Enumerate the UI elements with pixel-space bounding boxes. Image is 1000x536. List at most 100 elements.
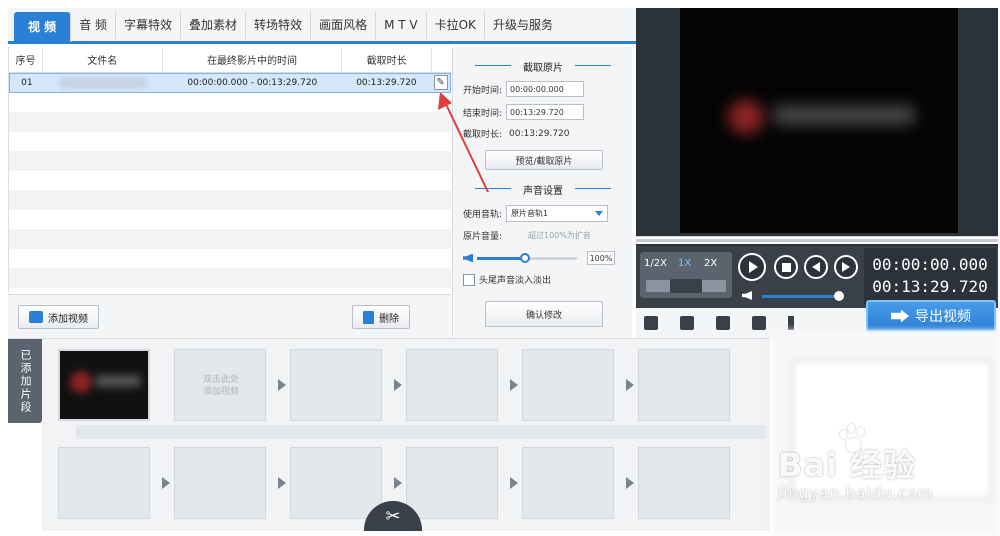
add-video-label: 添加视频	[48, 313, 88, 325]
clip-thumbnail[interactable]	[58, 349, 150, 421]
end-time-input[interactable]: 00:13:29.720	[506, 104, 585, 120]
timecode-current: 00:00:00.000	[872, 255, 988, 274]
tab-overlay-materials[interactable]: 叠加素材	[181, 10, 247, 39]
confirm-changes-button[interactable]: 确认修改	[485, 301, 603, 327]
empty-clip-slot[interactable]	[174, 447, 266, 519]
previous-frame-button[interactable]	[804, 255, 828, 279]
tab-audio[interactable]: 音 频	[71, 10, 117, 39]
preview-trim-button[interactable]: 预览/截取原片	[485, 150, 603, 170]
empty-clip-slot[interactable]	[406, 447, 498, 519]
tab-video[interactable]: 视 频	[14, 11, 72, 42]
empty-clip-slot[interactable]	[522, 447, 614, 519]
speaker-icon	[463, 253, 473, 263]
start-time-label: 开始时间:	[463, 85, 503, 96]
col-header-index[interactable]: 序号	[9, 47, 43, 72]
save-icon[interactable]	[716, 316, 730, 330]
start-time-input[interactable]: 00:00:00.000	[506, 81, 585, 97]
speed-normal[interactable]: 1X	[678, 258, 691, 269]
empty-clip-slot[interactable]	[290, 349, 382, 421]
trim-section-title: 截取原片	[453, 59, 633, 74]
row-filename-blurred	[44, 74, 163, 92]
chevron-down-icon	[595, 211, 604, 216]
table-row[interactable]: 01 00:00:00.000 - 00:13:29.720 00:13:29.…	[9, 73, 451, 93]
table-row	[9, 190, 451, 210]
speed-double[interactable]: 2X	[704, 258, 717, 269]
volume-slider-row: 100%	[463, 251, 615, 265]
pencil-icon[interactable]: ✎	[433, 75, 448, 91]
tab-mtv[interactable]: M T V	[376, 10, 427, 39]
hint-line-1: 双击此处	[202, 375, 239, 385]
new-project-icon[interactable]	[644, 316, 658, 330]
play-button[interactable]	[738, 253, 766, 281]
end-time-row: 结束时间: 00:13:29.720	[463, 104, 585, 120]
file-actions-bar: 添加视频 删除	[8, 294, 451, 338]
row-edit-cell: ✎	[431, 74, 450, 92]
fade-checkbox[interactable]	[463, 273, 475, 286]
start-time-row: 开始时间: 00:00:00.000	[463, 81, 585, 97]
chevron-right-icon	[626, 379, 634, 391]
speed-half[interactable]: 1/2X	[644, 258, 667, 269]
add-video-button[interactable]: 添加视频	[18, 305, 99, 329]
empty-clip-slot[interactable]	[406, 349, 498, 421]
empty-clip-slot[interactable]	[638, 349, 730, 421]
added-clips-strip: 已添加片段 双击此处 添加视频 ✂	[8, 338, 770, 531]
tab-karaoke[interactable]: 卡拉OK	[427, 10, 485, 39]
col-header-duration[interactable]: 截取时长	[342, 47, 433, 72]
sound-section-title: 声音设置	[453, 182, 633, 197]
baidu-jingyan-watermark: Bai 经验 jingyan.baidu.com	[778, 424, 994, 516]
stop-button[interactable]	[774, 255, 798, 279]
watermark-url: jingyan.baidu.com	[778, 484, 934, 502]
volume-percent-input[interactable]: 100%	[587, 251, 615, 265]
chevron-right-icon	[394, 477, 402, 489]
next-frame-button[interactable]	[834, 255, 858, 279]
table-row	[9, 131, 451, 151]
empty-clip-slot[interactable]	[638, 447, 730, 519]
open-folder-icon[interactable]	[680, 316, 694, 330]
table-row	[9, 268, 451, 288]
tab-picture-style[interactable]: 画面风格	[311, 10, 377, 39]
player-controls: 1/2X 1X 2X 00:00:00.000 00:13:29.720	[636, 246, 998, 308]
empty-clip-slot[interactable]	[290, 447, 382, 519]
col-header-range[interactable]: 在最终影片中的时间	[163, 47, 343, 72]
timecode-display: 00:00:00.000 00:13:29.720	[864, 248, 996, 304]
row-range: 00:00:00.000 - 00:13:29.720	[187, 77, 318, 88]
audio-track-select[interactable]: 原片音轨1	[506, 205, 609, 222]
col-header-edit	[432, 47, 451, 72]
tab-transition-effects[interactable]: 转场特效	[246, 10, 312, 39]
speed-slider[interactable]	[646, 279, 726, 293]
audio-track-value: 原片音轨1	[511, 209, 549, 218]
film-add-icon	[29, 311, 43, 323]
tab-upgrade-service[interactable]: 升级与服务	[485, 11, 561, 39]
help-icon[interactable]	[752, 316, 766, 330]
export-video-button[interactable]: 导出视频	[866, 300, 996, 332]
video-preview[interactable]	[680, 8, 958, 233]
empty-clip-slot[interactable]	[58, 447, 150, 519]
chevron-right-icon	[626, 477, 634, 489]
delete-button[interactable]: 删除	[352, 305, 410, 329]
empty-clip-slot[interactable]: 双击此处 添加视频	[174, 349, 266, 421]
preview-panel: 1/2X 1X 2X 00:00:00.000 00:13:29.720 导出视…	[636, 8, 998, 338]
empty-clip-slot[interactable]	[522, 349, 614, 421]
tab-subtitle-effects[interactable]: 字幕特效	[116, 10, 182, 39]
share-icon[interactable]	[788, 316, 802, 330]
volume-label: 原片音量:	[463, 232, 503, 242]
step-forward-icon	[842, 262, 850, 272]
video-frame-blurred	[728, 94, 918, 138]
empty-slot-hint: 双击此处 添加视频	[175, 374, 267, 398]
player-volume[interactable]	[742, 290, 844, 302]
volume-slider[interactable]	[477, 252, 577, 263]
table-row	[9, 112, 451, 132]
playback-progress-bar[interactable]	[636, 236, 998, 244]
hint-line-2: 添加视频	[202, 387, 239, 397]
col-header-filename[interactable]: 文件名	[43, 47, 163, 72]
player-volume-knob[interactable]	[834, 291, 844, 301]
row-index: 01	[21, 77, 33, 88]
added-clips-label: 已添加片段	[8, 339, 42, 423]
end-time-label: 结束时间:	[463, 108, 503, 119]
volume-hint: 超过100%为扩音	[528, 231, 591, 240]
table-header: 序号 文件名 在最终影片中的时间 截取时长	[9, 47, 451, 73]
volume-slider-knob[interactable]	[520, 252, 530, 263]
timecode-total: 00:13:29.720	[872, 277, 988, 296]
table-row	[9, 151, 451, 171]
strip-divider	[76, 425, 766, 439]
